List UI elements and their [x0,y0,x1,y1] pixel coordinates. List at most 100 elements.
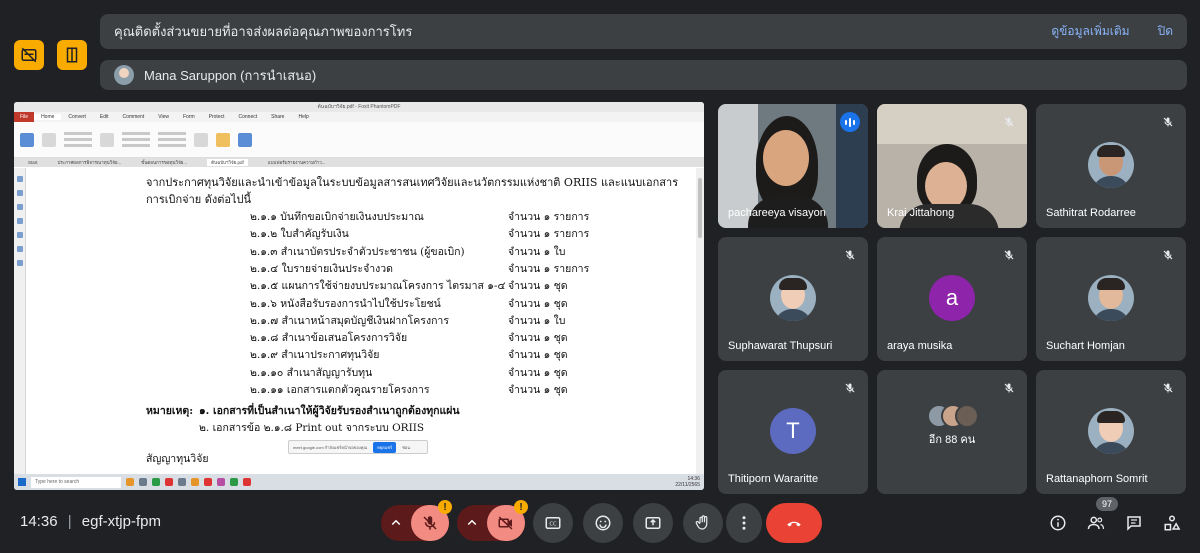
pdf-side-panel [14,168,26,474]
select-tool-icon [42,132,56,147]
presenter-banner: Mana Saruppon (การนำเสนอ) [100,60,1187,90]
participant-tile[interactable]: Suchart Homjan [1036,237,1186,361]
mic-off-icon [845,383,855,393]
learn-more-link[interactable]: ดูข้อมูลเพิ่มเติม [1051,22,1129,41]
pdf-tab: แบบฟอร์มรายงานความก้าว... [267,160,326,165]
speaking-indicator-icon [840,112,860,132]
participant-name: pachareeya visayon [728,207,826,219]
participant-tile[interactable]: Krai Jittahong [877,104,1027,228]
meeting-time: 14:36 [20,513,58,530]
windows-taskbar: Type here to search 14:36 22/11/2565 [14,474,704,490]
hand-icon [695,515,708,530]
raise-hand-button[interactable] [683,503,723,543]
doc-item-qty: จำนวน ๑ ชุด [508,280,568,293]
participant-muted-indicator [1158,245,1178,265]
doc-paragraph: การเบิกจ่าย ดังต่อไปนี้ [146,193,252,206]
meeting-info-separator: | [67,513,72,530]
more-options-button[interactable] [726,503,762,543]
pdf-menu-form: Form [182,114,195,120]
doc-item-label: ๒.๑.๙ สำเนาประกาศทุนวิจัย [250,349,380,362]
doc-item-qty: จำนวน ๑ ชุด [508,384,568,396]
pdf-window-title: ต้นฉบับฯวิจัย.pdf - Foxit PhantomPDF [317,104,401,110]
pdf-menu-protect: Protect [208,114,225,120]
doc-item-label: ๒.๑.๓ สำเนาบัตรประจำตัวประชาชน (ผู้ขอเบิ… [250,245,465,258]
extension-warning-text: คุณติดตั้งส่วนขยายที่อาจส่งผลต่อคุณภาพขอ… [114,24,413,39]
present-screen-button[interactable] [633,503,673,543]
participant-tile[interactable]: a araya musika [877,237,1027,361]
meeting-code: egf-xtjp-fpm [81,513,161,530]
close-banner-button[interactable]: ปิด [1158,22,1173,41]
doc-item-qty: จำนวน ๑ รายการ [508,211,590,223]
participant-tile[interactable]: T Thitiporn Wararitte [718,370,868,494]
taskbar-app-icon [230,478,238,486]
taskbar-app-icon [152,478,160,486]
taskbar-app-icon [204,478,212,486]
taskbar-app-icon [217,478,225,486]
pdf-menu-edit: Edit [99,114,109,120]
doc-item-label: ๒.๑.๖ หนังสือรับรองการนำไปใช้ประโยชน์ [250,297,441,310]
doc-item-label: ๒.๑.๔ ใบรายจ่ายเงินประจำงวด [250,262,393,275]
participant-name: Krai Jittahong [887,207,955,219]
participant-initial-avatar: T [770,408,816,454]
stop-sharing-button: หยุดแชร์ [373,441,397,453]
participant-name: araya musika [887,340,953,352]
participant-muted-indicator [999,245,1019,265]
more-vert-icon [742,516,746,530]
mic-off-icon [1004,117,1014,127]
pdf-document-area: จากประกาศทุนวิจัยและนำเข้าข้อมูลในระบบข้… [14,168,704,474]
participant-tile[interactable]: Rattanaphorn Somrit [1036,370,1186,494]
people-button[interactable] [1086,513,1106,533]
people-icon [1087,516,1105,530]
doc-item-qty: จำนวน ๑ ชุด [508,297,568,310]
captions-off-icon[interactable] [14,40,44,70]
doc-note-line: ๑. เอกสารที่เป็นสำเนาให้ผู้วิจัยรับรองสำ… [199,405,460,417]
doc-item-label: ๒.๑.๑๐ สำเนาสัญญารับทุน [250,366,373,379]
taskbar-app-icon [165,478,173,486]
participant-muted-indicator [1158,112,1178,132]
doc-item-label: ๒.๑.๒ ใบสำคัญรับเงิน [250,228,349,241]
participant-tile[interactable]: Suphawarat Thupsuri [718,237,868,361]
doc-note-line: ๒. เอกสารข้อ ๒.๑.๘ Print out จากระบบ ORI… [199,422,425,434]
activities-button[interactable] [1162,513,1182,533]
mic-off-icon [423,516,437,530]
participant-name: Suchart Homjan [1046,340,1125,352]
pdf-tab: ขั้นตอนการขอทุนวิจัย... [141,160,188,165]
participant-count-badge: 97 [1096,497,1118,511]
mic-options-chevron-icon[interactable] [381,514,411,532]
exit-room-icon[interactable] [57,40,87,70]
doc-footer-line: สัญญาทุนวิจัย [146,453,209,465]
mic-off-icon [1163,383,1173,393]
captions-button[interactable]: CC [533,503,573,543]
doc-item-label: ๒.๑.๘ สำเนาข้อเสนอโครงการวิจัย [250,332,408,345]
doc-item-qty: จำนวน ๑ รายการ [508,228,590,241]
pdf-menu-home: Home [34,114,62,120]
pdf-document-tabs: Start ประกาศผลการพิจารณาทุนวิจัย... ขั้น… [14,158,704,167]
mic-warning-badge: ! [438,500,452,514]
participant-tile[interactable]: อีก 88 คน [877,370,1027,494]
doc-item-qty: จำนวน ๑ ชุด [508,349,568,362]
chat-icon [1127,516,1141,531]
taskbar-app-icon [126,478,134,486]
participant-muted-indicator [999,112,1019,132]
participant-initial-avatar: a [929,275,975,321]
doc-item-qty: จำนวน ๑ ชุด [508,366,568,379]
meeting-details-button[interactable] [1048,513,1068,533]
emoji-reaction-button[interactable] [583,503,623,543]
pdf-menu-comment: Comment [122,114,145,120]
pdf-ribbon [14,122,704,158]
camera-options-chevron-icon[interactable] [457,514,487,532]
pdf-tab: ประกาศผลการพิจารณาทุนวิจัย... [57,160,122,165]
taskbar-app-icon [191,478,199,486]
leave-call-button[interactable] [766,503,822,543]
participant-tile[interactable]: Sathitrat Rodarree [1036,104,1186,228]
doc-item-label: ๒.๑.๗ สำเนาหน้าสมุดบัญชีเงินฝากโครงการ [250,314,449,327]
mic-off-icon [1004,250,1014,260]
participant-name: Thitiporn Wararitte [728,473,819,485]
participant-name: Rattanaphorn Somrit [1046,473,1148,485]
doc-item-qty: จำนวน ๑ ใบ [508,314,566,327]
taskbar-date: 22/11/2565 [675,482,700,488]
doc-item-qty: จำนวน ๑ รายการ [508,262,590,275]
participant-tile[interactable]: pachareeya visayon [718,104,868,228]
participant-avatar [1088,275,1134,321]
chat-button[interactable] [1124,513,1144,533]
